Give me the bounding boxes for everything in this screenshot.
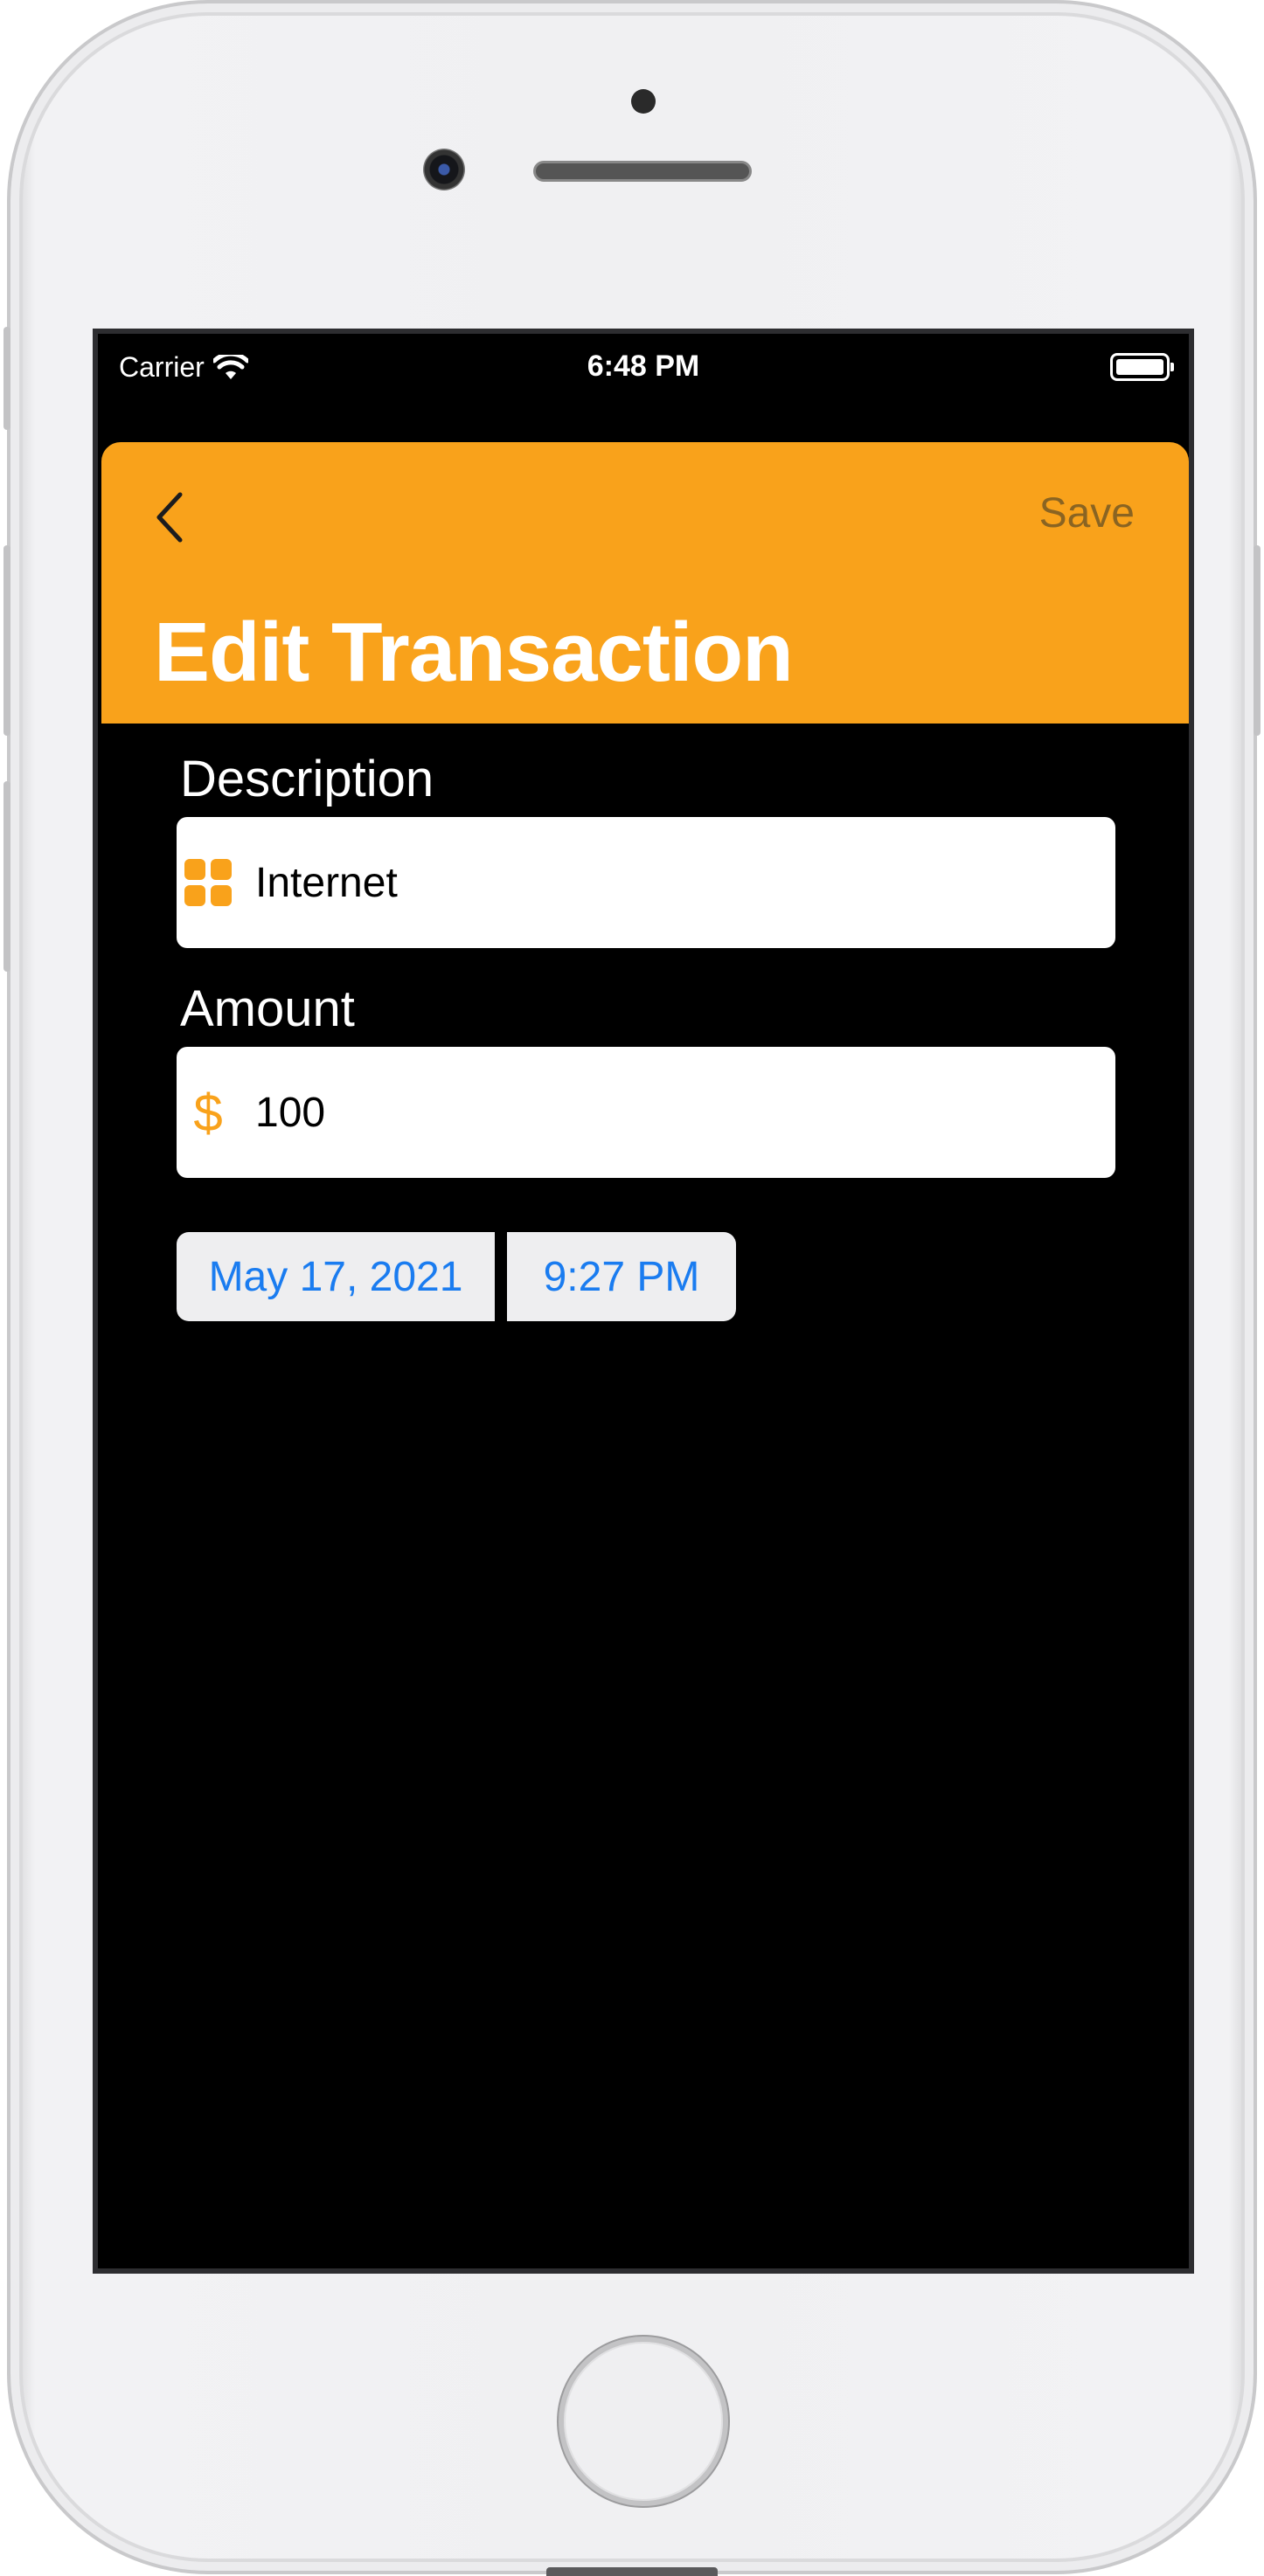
- dollar-sign-icon: $: [193, 1083, 223, 1142]
- volume-down-button: [3, 781, 10, 972]
- page-title: Edit Transaction: [154, 606, 794, 699]
- description-field[interactable]: [177, 817, 1115, 948]
- time-picker-button[interactable]: 9:27 PM: [507, 1232, 736, 1321]
- transaction-form: Description Amount $ May 17, 20: [177, 750, 1115, 1321]
- phone-bottom-edge: [546, 2567, 718, 2576]
- screen: Carrier 6:48 PM Save Edit Transaction De…: [93, 329, 1194, 2274]
- phone-frame: Carrier 6:48 PM Save Edit Transaction De…: [3, 0, 1261, 2574]
- status-clock: 6:48 PM: [587, 350, 700, 383]
- mute-switch: [3, 327, 10, 430]
- home-button[interactable]: [559, 2337, 728, 2506]
- status-bar: Carrier 6:48 PM: [98, 334, 1189, 395]
- battery-icon: [1110, 353, 1174, 381]
- proximity-sensor: [631, 89, 656, 114]
- navigation-header: Save Edit Transaction: [101, 442, 1189, 724]
- amount-input[interactable]: [255, 1088, 1042, 1137]
- date-time-picker: May 17, 2021 9:27 PM: [177, 1232, 736, 1321]
- amount-field[interactable]: $: [177, 1047, 1115, 1178]
- description-input[interactable]: [255, 858, 1042, 907]
- volume-up-button: [3, 545, 10, 736]
- chevron-left-icon: [156, 492, 183, 543]
- earpiece-speaker: [533, 161, 752, 182]
- date-picker-button[interactable]: May 17, 2021: [177, 1232, 495, 1321]
- save-button[interactable]: Save: [1039, 489, 1135, 537]
- amount-label: Amount: [180, 980, 355, 1037]
- power-button: [1254, 545, 1261, 736]
- description-label: Description: [180, 751, 434, 807]
- back-button[interactable]: [150, 488, 192, 547]
- front-camera-icon: [423, 149, 465, 190]
- category-grid-icon[interactable]: [182, 856, 234, 909]
